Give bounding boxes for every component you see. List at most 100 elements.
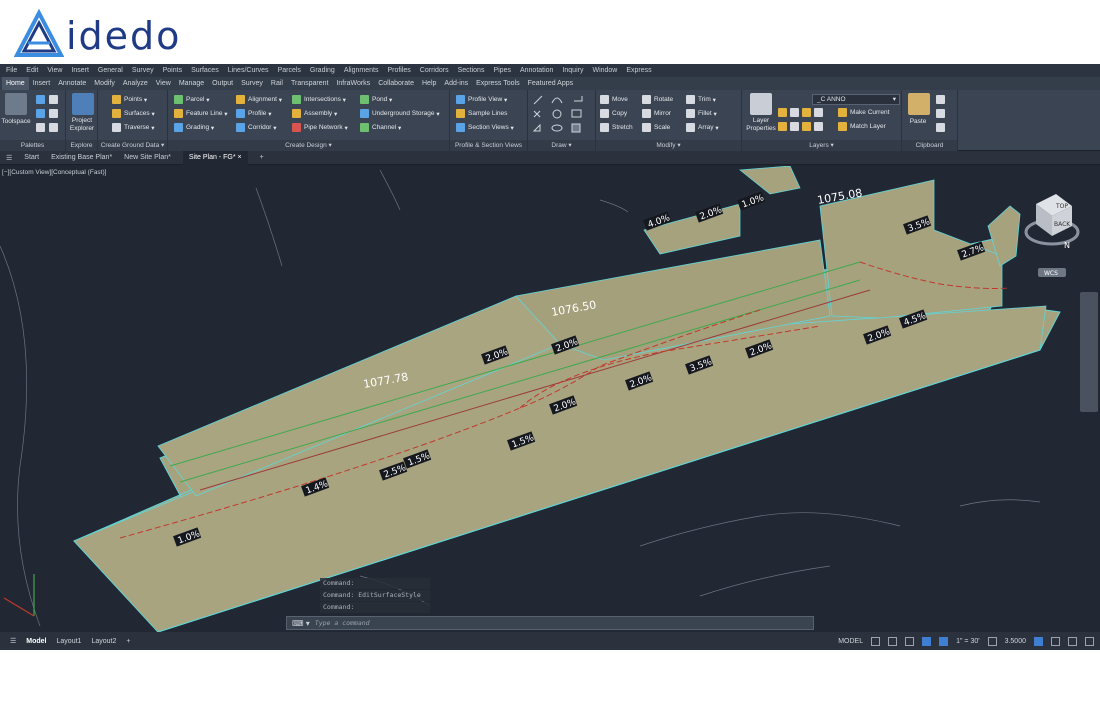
profile-button[interactable]: Profile ▾ — [236, 109, 272, 118]
command-line-icon[interactable]: ⌨ ▾ — [287, 619, 315, 628]
section-views-button[interactable]: Section Views ▾ — [456, 123, 514, 132]
document-tab[interactable]: New Site Plan* — [124, 154, 171, 161]
tab-annotate[interactable]: Annotate — [54, 80, 90, 87]
palette-icon[interactable] — [36, 109, 45, 118]
points-button[interactable]: Points ▾ — [112, 95, 147, 104]
site-surface-drawing[interactable]: 1077.78 1076.50 1075.08 1.0%1.4%2.5%1.5%… — [0, 166, 1100, 632]
drawing-viewport[interactable]: 1077.78 1076.50 1075.08 1.0% 1.4% 2.5% 1.5%… — [0, 166, 1100, 632]
annotation-scale[interactable]: 1" = 30' — [956, 638, 979, 645]
channel-button[interactable]: Channel ▾ — [360, 123, 401, 132]
tab-help[interactable]: Help — [418, 80, 440, 87]
layouts-menu-icon[interactable]: ☰ — [10, 638, 16, 645]
rotate-button[interactable]: Rotate — [642, 95, 673, 104]
clean-screen-icon[interactable] — [1068, 636, 1077, 646]
document-tab[interactable]: Existing Base Plan* — [51, 154, 112, 161]
traverse-button[interactable]: Traverse ▾ — [112, 123, 154, 132]
tab-collaborate[interactable]: Collaborate — [374, 80, 418, 87]
layout-tab[interactable]: Layout2 — [91, 638, 116, 645]
toolspace-icon[interactable] — [5, 93, 27, 115]
pipe-network-button[interactable]: Pipe Network ▾ — [292, 123, 348, 132]
stretch-button[interactable]: Stretch — [600, 123, 633, 132]
layer-dropdown[interactable]: _C ANNO ▾ — [812, 94, 900, 105]
palette-icon[interactable] — [36, 123, 45, 132]
alignment-button[interactable]: Alignment ▾ — [236, 95, 282, 104]
viewcube[interactable]: TOP BACK N WCS — [1014, 184, 1094, 294]
menu-item-survey[interactable]: Survey — [132, 67, 154, 74]
viewcube-top[interactable]: TOP — [1055, 203, 1068, 210]
panel-title[interactable]: Create Design ▾ — [168, 140, 449, 151]
customize-icon[interactable] — [1085, 636, 1094, 646]
new-tab-button[interactable]: + — [260, 154, 264, 161]
menu-item-profiles[interactable]: Profiles — [387, 67, 410, 74]
add-layout-button[interactable]: + — [126, 638, 130, 645]
menu-item-surfaces[interactable]: Surfaces — [191, 67, 219, 74]
feature-line-button[interactable]: Feature Line ▾ — [174, 109, 228, 118]
menu-item-general[interactable]: General — [98, 67, 123, 74]
panel-title[interactable]: Modify ▾ — [596, 140, 741, 151]
ortho-icon[interactable] — [905, 636, 915, 646]
menu-item-edit[interactable]: Edit — [26, 67, 38, 74]
menu-item-lines-curves[interactable]: Lines/Curves — [228, 67, 269, 74]
surfaces-button[interactable]: Surfaces ▾ — [112, 109, 155, 118]
toolspace-button[interactable]: Toolspace — [1, 118, 31, 126]
layer-properties-icon[interactable] — [750, 93, 772, 115]
project-explorer-icon[interactable] — [72, 93, 94, 115]
menu-item-corridors[interactable]: Corridors — [420, 67, 449, 74]
snap-icon[interactable] — [888, 636, 898, 646]
workspace-gear-icon[interactable] — [987, 636, 997, 646]
copy-button[interactable]: Copy — [600, 109, 627, 118]
tab-output[interactable]: Output — [208, 80, 237, 87]
menu-item-points[interactable]: Points — [163, 67, 182, 74]
menu-item-file[interactable]: File — [6, 67, 17, 74]
array-button[interactable]: Array ▾ — [686, 123, 719, 132]
tab-manage[interactable]: Manage — [175, 80, 208, 87]
palette-icon[interactable] — [49, 95, 58, 104]
pond-button[interactable]: Pond ▾ — [360, 95, 392, 104]
match-layer-button[interactable]: Match Layer — [838, 122, 886, 131]
tab-analyze[interactable]: Analyze — [119, 80, 152, 87]
tab-rail[interactable]: Rail — [267, 80, 287, 87]
draw-tools-icon[interactable] — [532, 93, 594, 137]
fillet-button[interactable]: Fillet ▾ — [686, 109, 717, 118]
model-space-toggle[interactable]: MODEL — [838, 638, 863, 645]
panel-title[interactable]: Explore — [66, 140, 97, 151]
hardware-icon[interactable] — [1051, 636, 1060, 646]
match-properties-icon[interactable] — [936, 123, 945, 132]
move-button[interactable]: Move — [600, 95, 628, 104]
paste-icon[interactable] — [908, 93, 930, 115]
menu-item-window[interactable]: Window — [592, 67, 617, 74]
menu-item-inquiry[interactable]: Inquiry — [562, 67, 583, 74]
menu-item-insert[interactable]: Insert — [71, 67, 89, 74]
grading-button[interactable]: Grading ▾ — [174, 123, 214, 132]
layout-tab[interactable]: Model — [26, 638, 46, 645]
panel-title[interactable]: Profile & Section Views — [450, 140, 527, 151]
menu-item-express[interactable]: Express — [626, 67, 651, 74]
tab-add-ins[interactable]: Add-ins — [440, 80, 472, 87]
copy-clip-icon[interactable] — [936, 95, 945, 104]
navigation-bar[interactable] — [1080, 292, 1098, 412]
panel-title[interactable]: Palettes — [0, 140, 65, 151]
document-tab[interactable]: Site Plan - FG* × — [182, 150, 248, 165]
mirror-button[interactable]: Mirror — [642, 109, 671, 118]
palette-icon[interactable] — [36, 95, 45, 104]
tab-home[interactable]: Home — [2, 77, 29, 90]
tab-view[interactable]: View — [152, 80, 175, 87]
command-line[interactable]: ⌨ ▾ Type a command — [286, 616, 814, 630]
palette-icon[interactable] — [49, 123, 58, 132]
layout-tab[interactable]: Layout1 — [57, 638, 82, 645]
osnap-icon[interactable] — [922, 636, 932, 646]
paste-button[interactable]: Paste — [904, 118, 932, 126]
panel-title[interactable]: Draw ▾ — [528, 140, 595, 151]
sample-lines-button[interactable]: Sample Lines — [456, 109, 507, 118]
tab-survey[interactable]: Survey — [237, 80, 267, 87]
cut-icon[interactable] — [936, 109, 945, 118]
scale-button[interactable]: Scale — [642, 123, 670, 132]
menu-item-view[interactable]: View — [47, 67, 62, 74]
viewcube-face[interactable]: BACK — [1054, 221, 1071, 228]
underground-storage-button[interactable]: Underground Storage ▾ — [360, 109, 440, 118]
menu-item-parcels[interactable]: Parcels — [278, 67, 301, 74]
layer-tools-row[interactable] — [778, 122, 826, 131]
command-input[interactable]: Type a command — [315, 619, 370, 627]
tab-modify[interactable]: Modify — [90, 80, 119, 87]
compass-n[interactable]: N — [1064, 241, 1070, 250]
